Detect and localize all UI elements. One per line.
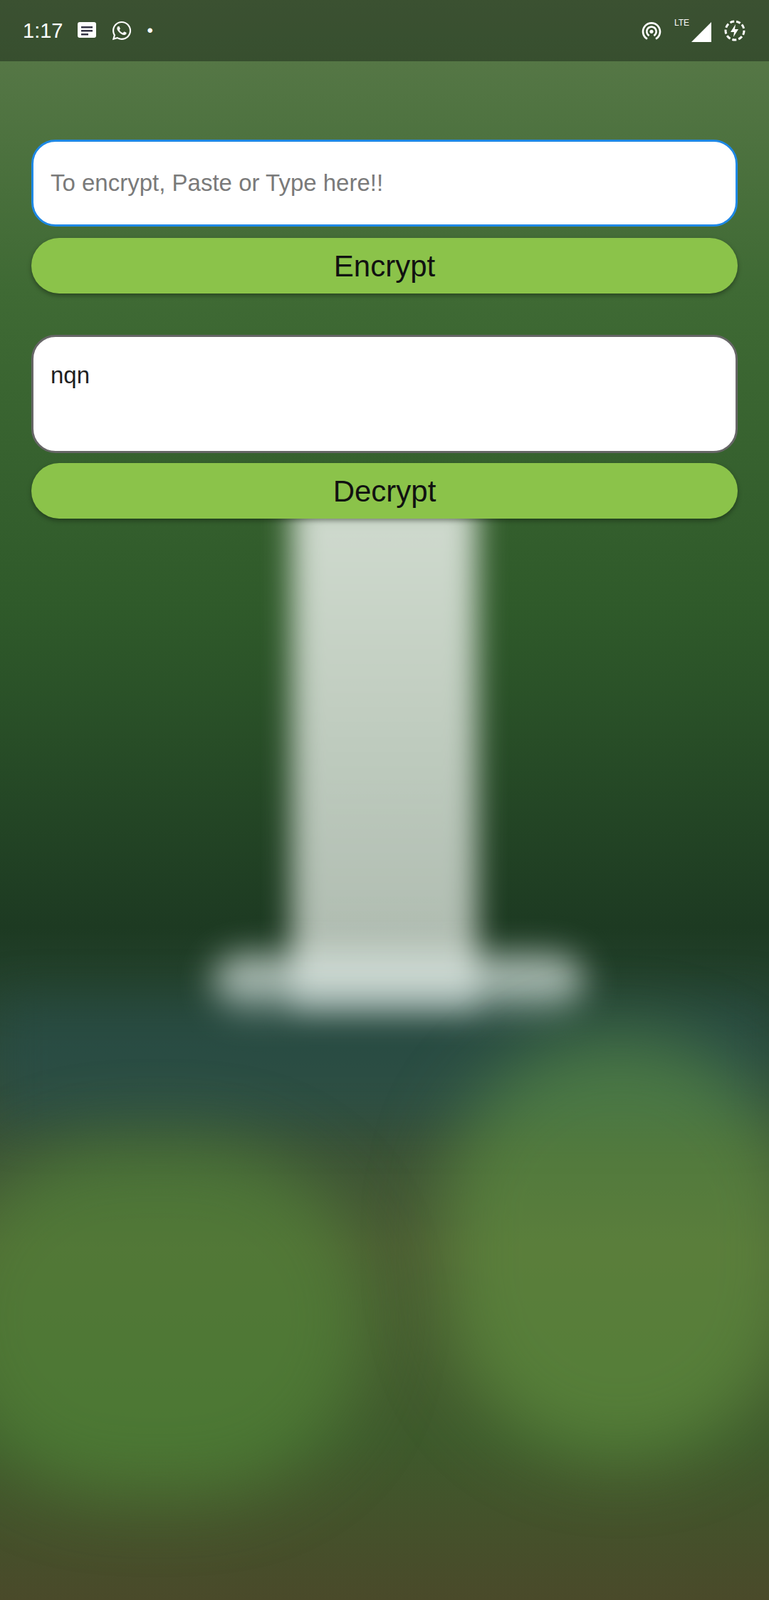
encrypt-button[interactable]: Encrypt [31, 237, 738, 294]
status-right: LTE [640, 18, 747, 43]
clock: 1:17 [22, 20, 63, 42]
hotspot-icon [640, 19, 663, 43]
message-icon [76, 21, 97, 40]
notification-dot: • [146, 22, 153, 40]
content: Encrypt nqn Decrypt [0, 61, 769, 519]
status-bar: 1:17 • LTE [0, 0, 769, 62]
network-type: LTE [674, 18, 690, 28]
encrypt-input[interactable] [31, 139, 738, 227]
signal-group: LTE [674, 18, 713, 43]
decrypt-button[interactable]: Decrypt [31, 462, 738, 519]
signal-icon [690, 21, 713, 43]
status-left: 1:17 • [22, 19, 154, 42]
decrypt-input[interactable]: nqn [31, 334, 738, 453]
app-screen: 1:17 • LTE Encrypt nqn Decrypt [0, 0, 769, 1600]
battery-icon [723, 19, 747, 43]
whatsapp-icon [111, 19, 133, 42]
